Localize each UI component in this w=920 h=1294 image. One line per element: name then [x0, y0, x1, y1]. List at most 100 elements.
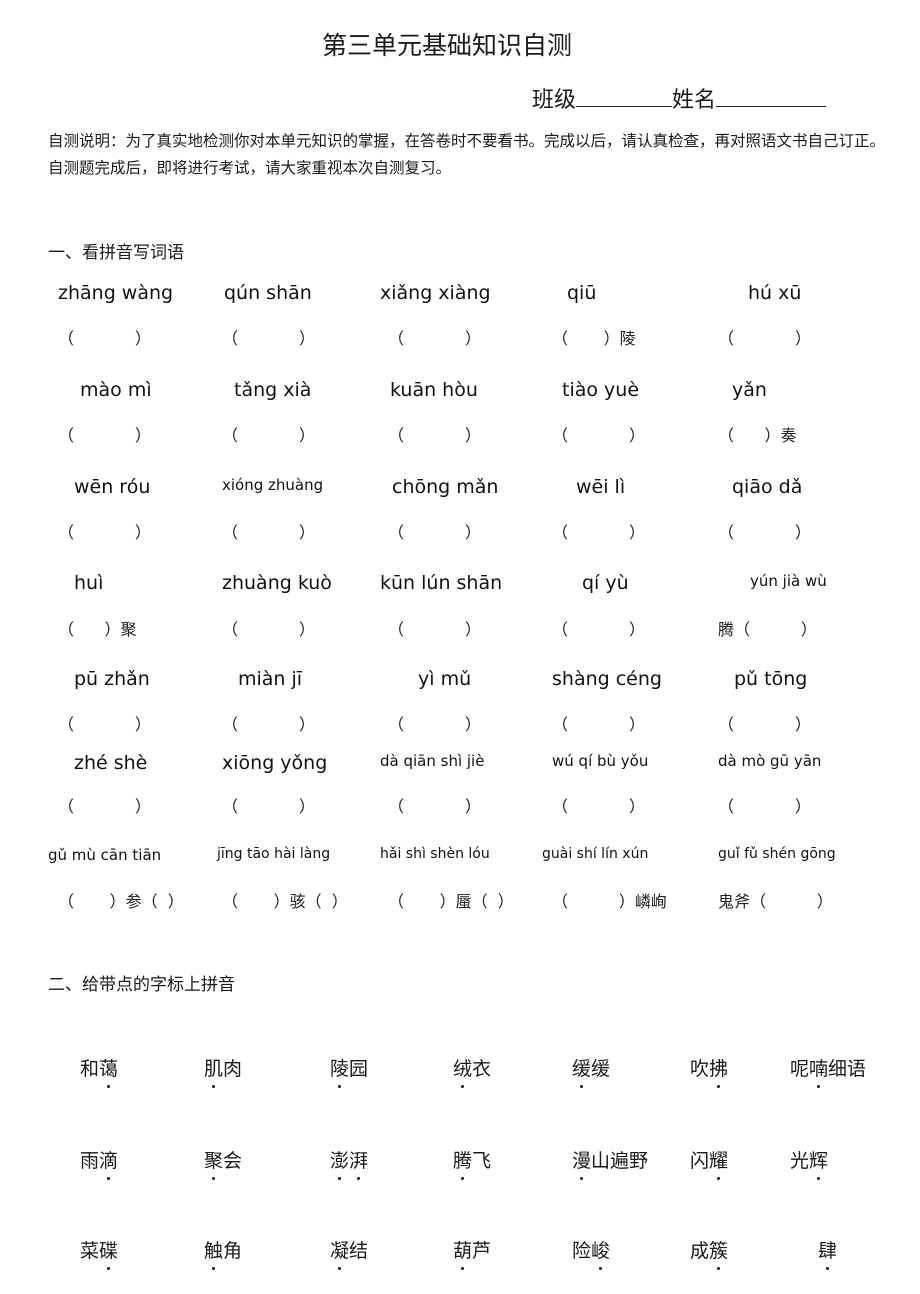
pinyin-prompt: qiāo dǎ — [732, 476, 803, 498]
answer-blank[interactable]: （ ） — [552, 616, 677, 640]
character: 衣 — [472, 1058, 492, 1080]
answer-blank[interactable]: （ ） — [58, 711, 183, 735]
answer-blank[interactable]: （ ） — [718, 325, 843, 349]
character: 缓 — [591, 1058, 611, 1080]
character: 成 — [690, 1240, 710, 1262]
answer-blank[interactable]: （ ） — [222, 711, 347, 735]
answer-blank[interactable]: （ ） — [388, 793, 513, 817]
character: 遍 — [610, 1150, 630, 1172]
dotted-character: 缓 — [572, 1054, 591, 1088]
answer-blank[interactable]: （ ） — [58, 325, 183, 349]
dotted-character: 触 — [204, 1236, 223, 1270]
pinyin-prompt: gǔ mù cān tiān — [48, 846, 162, 864]
answer-blank[interactable]: （ ） — [388, 711, 513, 735]
dotted-character: 辉 — [809, 1146, 828, 1180]
pinyin-prompt: zhāng wàng — [58, 282, 174, 304]
character: 和 — [80, 1058, 100, 1080]
character: 险 — [572, 1240, 592, 1262]
name-blank[interactable] — [716, 86, 827, 107]
pinyin-prompt: xióng zhuàng — [222, 476, 324, 494]
name-label: 姓名 — [672, 88, 717, 113]
character: 菜 — [80, 1240, 100, 1262]
dotted-character: 肌 — [204, 1054, 223, 1088]
dotted-word: 光辉 — [790, 1146, 828, 1180]
answer-blank[interactable]: （ ） — [552, 793, 677, 817]
class-label: 班级 — [532, 88, 577, 113]
pinyin-prompt: jīng tāo hài làng — [217, 846, 331, 862]
pinyin-prompt: hǎi shì shèn lóu — [380, 846, 490, 862]
character: 吹 — [690, 1058, 710, 1080]
dotted-character: 峻 — [591, 1236, 610, 1270]
answer-blank[interactable]: （ ） — [388, 422, 513, 446]
answer-blank[interactable]: （ ） — [388, 325, 513, 349]
pinyin-prompt: qí yù — [582, 572, 629, 594]
character: 园 — [349, 1058, 369, 1080]
dotted-word: 葫芦 — [453, 1236, 491, 1270]
character: 闪 — [690, 1150, 710, 1172]
pinyin-prompt: huì — [74, 572, 104, 594]
answer-blank[interactable]: （ ） — [388, 519, 513, 543]
section1-heading: 一、看拼音写词语 — [48, 243, 184, 263]
answer-blank[interactable]: （ ） — [58, 422, 183, 446]
answer-blank[interactable]: （ ）陵 — [552, 325, 677, 349]
answer-blank[interactable]: （ ）聚 — [58, 616, 183, 640]
answer-blank[interactable]: （ ） — [718, 793, 843, 817]
answer-blank[interactable]: （ ）骇（ ） — [222, 888, 348, 912]
pinyin-prompt: pǔ tōng — [734, 668, 808, 690]
dotted-word: 闪耀 — [690, 1146, 728, 1180]
character: 肉 — [223, 1058, 243, 1080]
answer-blank[interactable]: （ ） — [222, 793, 347, 817]
dotted-character: 喃 — [809, 1054, 828, 1088]
dotted-word: 和蔼 — [80, 1054, 118, 1088]
character: 语 — [847, 1058, 867, 1080]
answer-blank[interactable]: （ ） — [552, 422, 677, 446]
dotted-word: 绒衣 — [453, 1054, 492, 1088]
dotted-word: 呢喃细语 — [790, 1054, 867, 1088]
dotted-character: 碟 — [99, 1236, 118, 1270]
character: 雨 — [80, 1150, 100, 1172]
dotted-character: 蔼 — [99, 1054, 118, 1088]
dotted-word: 凝结 — [330, 1236, 368, 1270]
dotted-word: 陵园 — [330, 1054, 369, 1088]
answer-blank[interactable]: （ ）参（ ） — [58, 888, 184, 912]
pinyin-prompt: yì mǔ — [418, 668, 472, 690]
pinyin-prompt: shàng céng — [552, 668, 662, 690]
answer-blank[interactable]: （ ） — [58, 519, 183, 543]
dotted-character: 腾 — [453, 1146, 472, 1180]
pinyin-prompt: tiào yuè — [562, 379, 640, 401]
dotted-character: 绒 — [453, 1054, 472, 1088]
dotted-character: 凝 — [330, 1236, 349, 1270]
answer-blank[interactable]: （ ）蜃（ ） — [388, 888, 514, 912]
dotted-character: 澎 — [330, 1146, 349, 1180]
answer-blank[interactable]: （ ） — [718, 519, 843, 543]
dotted-word: 澎湃 — [330, 1146, 368, 1180]
answer-blank[interactable]: （ ） — [552, 519, 677, 543]
pinyin-prompt: mào mì — [80, 379, 152, 401]
answer-blank[interactable]: （ ） — [222, 616, 347, 640]
dotted-word: 聚会 — [204, 1146, 242, 1180]
answer-blank[interactable]: （ ）嶙峋 — [552, 888, 677, 912]
pinyin-prompt: wēi lì — [576, 476, 626, 498]
pinyin-prompt: guài shí lín xún — [542, 846, 649, 862]
dotted-word: 肆 — [818, 1236, 837, 1270]
character: 呢 — [790, 1058, 810, 1080]
class-blank[interactable] — [576, 86, 673, 107]
dotted-word: 缓缓 — [572, 1054, 611, 1088]
answer-blank[interactable]: （ ） — [388, 616, 513, 640]
answer-blank[interactable]: （ ）奏 — [718, 422, 843, 446]
answer-blank[interactable]: （ ） — [718, 711, 843, 735]
answer-blank[interactable]: 腾（ ） — [718, 616, 843, 640]
pinyin-prompt: yǎn — [732, 379, 767, 401]
answer-blank[interactable]: 鬼斧（ ） — [718, 888, 843, 912]
dotted-character: 漫 — [572, 1146, 591, 1180]
pinyin-prompt: xiōng yǒng — [222, 752, 328, 774]
answer-blank[interactable]: （ ） — [222, 325, 347, 349]
pinyin-prompt: tǎng xià — [234, 379, 312, 401]
answer-blank[interactable]: （ ） — [222, 422, 347, 446]
dotted-word: 险峻 — [572, 1236, 610, 1270]
answer-blank[interactable]: （ ） — [222, 519, 347, 543]
answer-blank[interactable]: （ ） — [58, 793, 183, 817]
answer-blank[interactable]: （ ） — [552, 711, 677, 735]
pinyin-prompt: hú xū — [748, 282, 802, 304]
pinyin-prompt: qiū — [567, 282, 597, 304]
